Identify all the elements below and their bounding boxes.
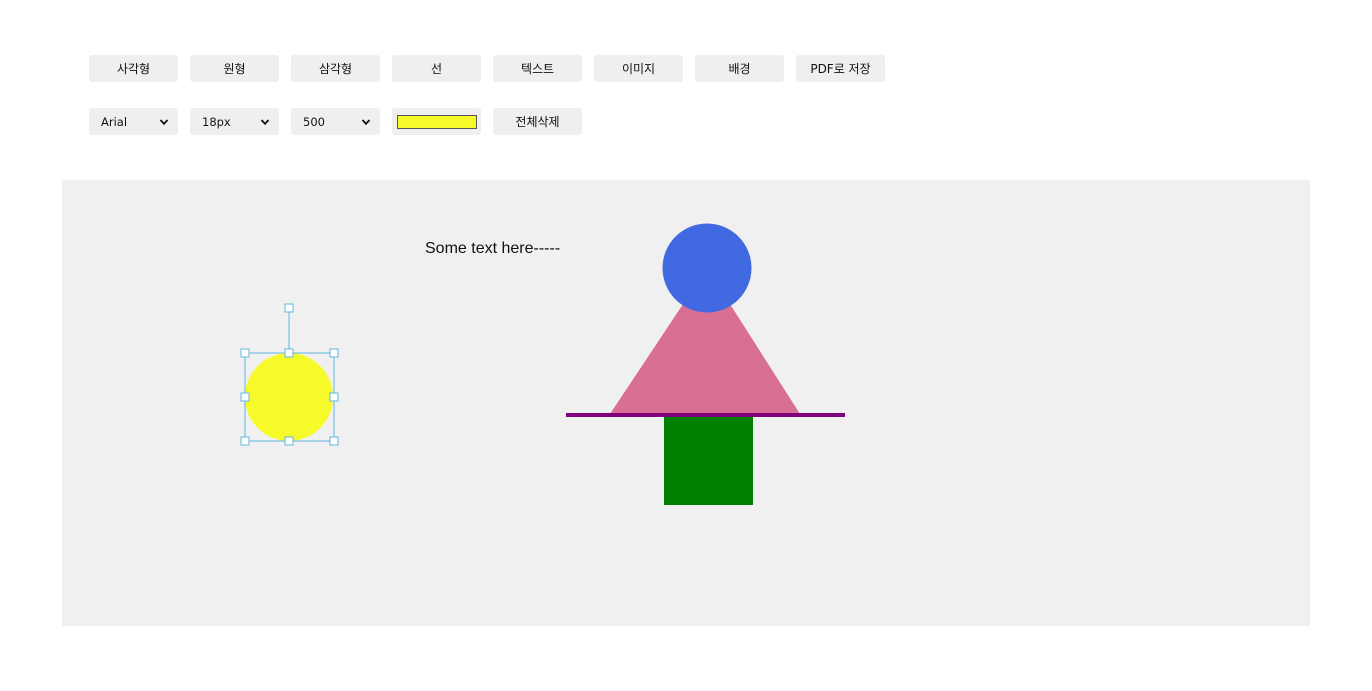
rectangle-button[interactable]: 사각형 — [89, 55, 178, 82]
shape-toolbar: 사각형 원형 삼각형 선 텍스트 이미지 배경 PDF로 저장 — [89, 55, 885, 82]
save-pdf-button[interactable]: PDF로 저장 — [796, 55, 885, 82]
canvas-svg: Some text here----- — [240, 223, 845, 505]
resize-handle-left[interactable] — [240, 392, 250, 402]
resize-handle-top[interactable] — [284, 348, 294, 358]
text-button[interactable]: 텍스트 — [493, 55, 582, 82]
clear-all-button[interactable]: 전체삭제 — [493, 108, 582, 135]
font-size-value: 18px — [202, 114, 231, 129]
chevron-down-icon — [260, 118, 270, 125]
resize-handle-bottom[interactable] — [284, 436, 294, 446]
font-weight-select[interactable]: 500 — [291, 108, 380, 135]
resize-handle-bottom-right[interactable] — [329, 436, 339, 446]
purple-line-shape[interactable] — [566, 413, 845, 417]
yellow-circle-shape[interactable] — [245, 353, 333, 441]
style-toolbar: Arial 18px 500 전체삭제 — [89, 108, 582, 135]
rotation-handle[interactable] — [284, 303, 294, 313]
resize-handle-top-right[interactable] — [329, 348, 339, 358]
image-button[interactable]: 이미지 — [594, 55, 683, 82]
font-family-value: Arial — [101, 114, 128, 129]
font-family-select[interactable]: Arial — [89, 108, 178, 135]
resize-handle-bottom-left[interactable] — [240, 436, 250, 446]
font-size-select[interactable]: 18px — [190, 108, 279, 135]
blue-circle-shape[interactable] — [662, 223, 752, 313]
canvas-text-object[interactable]: Some text here----- — [425, 240, 560, 257]
green-square-shape[interactable] — [664, 416, 753, 505]
font-weight-value: 500 — [303, 114, 325, 129]
chevron-down-icon — [159, 118, 169, 125]
triangle-button[interactable]: 삼각형 — [291, 55, 380, 82]
background-button[interactable]: 배경 — [695, 55, 784, 82]
resize-handle-top-left[interactable] — [240, 348, 250, 358]
color-picker[interactable] — [392, 108, 481, 135]
drawing-canvas[interactable]: Some text here----- — [62, 180, 1310, 626]
line-button[interactable]: 선 — [392, 55, 481, 82]
chevron-down-icon — [361, 118, 371, 125]
color-swatch — [396, 114, 477, 129]
resize-handle-right[interactable] — [329, 392, 339, 402]
circle-button[interactable]: 원형 — [190, 55, 279, 82]
